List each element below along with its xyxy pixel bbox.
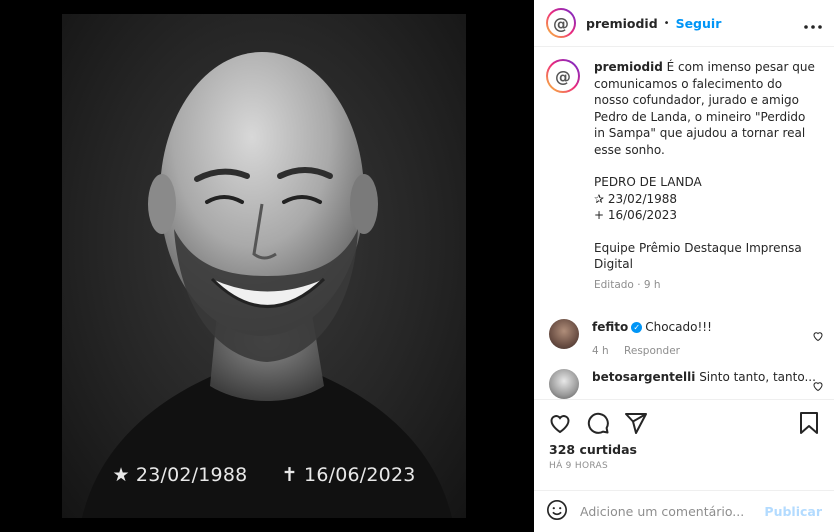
comment-like-heart-icon[interactable] — [812, 377, 824, 396]
comment-body: fefito ✓ Chocado!!! 4 h Responder — [592, 319, 802, 359]
likes-count[interactable]: 328 curtidas — [534, 442, 834, 457]
memorial-dates: ★ 23/02/1988 ✝ 16/06/2023 — [62, 464, 466, 486]
post-header: @ premiodid • Seguir — [534, 0, 834, 47]
death-date: ✝ 16/06/2023 — [281, 464, 416, 486]
comment-text: Chocado!!! — [645, 320, 712, 334]
caption: @ premiodid É com imenso pesar que comun… — [534, 47, 834, 293]
caption-text: É com imenso pesar que comunicamos o fal… — [594, 60, 815, 157]
comment-username[interactable]: betosargentelli — [592, 370, 695, 384]
post-media: ★ 23/02/1988 ✝ 16/06/2023 — [0, 0, 534, 532]
comment-avatar[interactable] — [549, 369, 579, 399]
add-comment-bar: Adicione um comentário... Publicar — [534, 490, 834, 532]
comments-scroll[interactable]: @ premiodid É com imenso pesar que comun… — [534, 47, 834, 399]
comment-time: 4 h — [592, 345, 609, 357]
caption-meta: Editado · 9 h — [594, 278, 661, 291]
more-options-icon[interactable] — [804, 14, 822, 33]
birth-date: ★ 23/02/1988 — [112, 464, 248, 486]
caption-birth-line: ✰ 23/02/1988 — [594, 191, 678, 206]
caption-username[interactable]: premiodid — [594, 60, 663, 74]
comment-item: fefito ✓ Chocado!!! 4 h Responder — [534, 319, 834, 359]
comment-username[interactable]: fefito — [592, 320, 628, 334]
caption-avatar-logo: @ — [548, 61, 578, 91]
verified-badge-icon: ✓ — [631, 322, 643, 333]
like-heart-icon[interactable] — [548, 411, 572, 435]
save-bookmark-icon[interactable] — [798, 411, 820, 435]
author-username[interactable]: premiodid — [586, 16, 658, 31]
share-send-icon[interactable] — [624, 411, 648, 435]
post-actions: 328 curtidas HÁ 9 HORAS — [534, 399, 834, 471]
caption-death-line: + 16/06/2023 — [594, 208, 678, 222]
post-timestamp: HÁ 9 HORAS — [549, 461, 608, 471]
caption-name-line: PEDRO DE LANDA — [594, 175, 702, 189]
comment-input[interactable]: Adicione um comentário... — [580, 504, 744, 519]
comment-avatar[interactable] — [549, 319, 579, 349]
caption-avatar[interactable]: @ — [546, 59, 580, 93]
caption-body: premiodid É com imenso pesar que comunic… — [594, 59, 816, 293]
caption-sign-line: Equipe Prêmio Destaque Imprensa Digital — [594, 240, 802, 272]
publish-button[interactable]: Publicar — [764, 504, 822, 519]
caption-text-block: premiodid É com imenso pesar que comunic… — [594, 59, 816, 158]
portrait-illustration — [82, 52, 452, 518]
reply-button[interactable]: Responder — [624, 345, 680, 357]
comment-body: betosargentelli Sinto tanto, tanto... — [592, 369, 816, 399]
comment-bubble-icon[interactable] — [586, 411, 610, 435]
follow-button[interactable]: Seguir — [676, 16, 722, 31]
author-avatar[interactable]: @ — [546, 8, 576, 38]
action-bar — [534, 400, 834, 446]
comment-text: Sinto tanto, tanto... — [699, 370, 816, 384]
post-sidebar: @ premiodid • Seguir @ premiodid É com i… — [534, 0, 834, 532]
separator-dot: • — [663, 17, 670, 29]
author-avatar-logo: @ — [548, 10, 574, 36]
post-viewer: ★ 23/02/1988 ✝ 16/06/2023 @ premiodid • … — [0, 0, 834, 532]
emoji-icon[interactable] — [546, 499, 568, 525]
portrait-photo: ★ 23/02/1988 ✝ 16/06/2023 — [62, 14, 466, 518]
comment-like-heart-icon[interactable] — [812, 327, 824, 346]
comment-item: betosargentelli Sinto tanto, tanto... — [534, 369, 834, 399]
comment-meta: 4 h Responder — [592, 343, 802, 359]
